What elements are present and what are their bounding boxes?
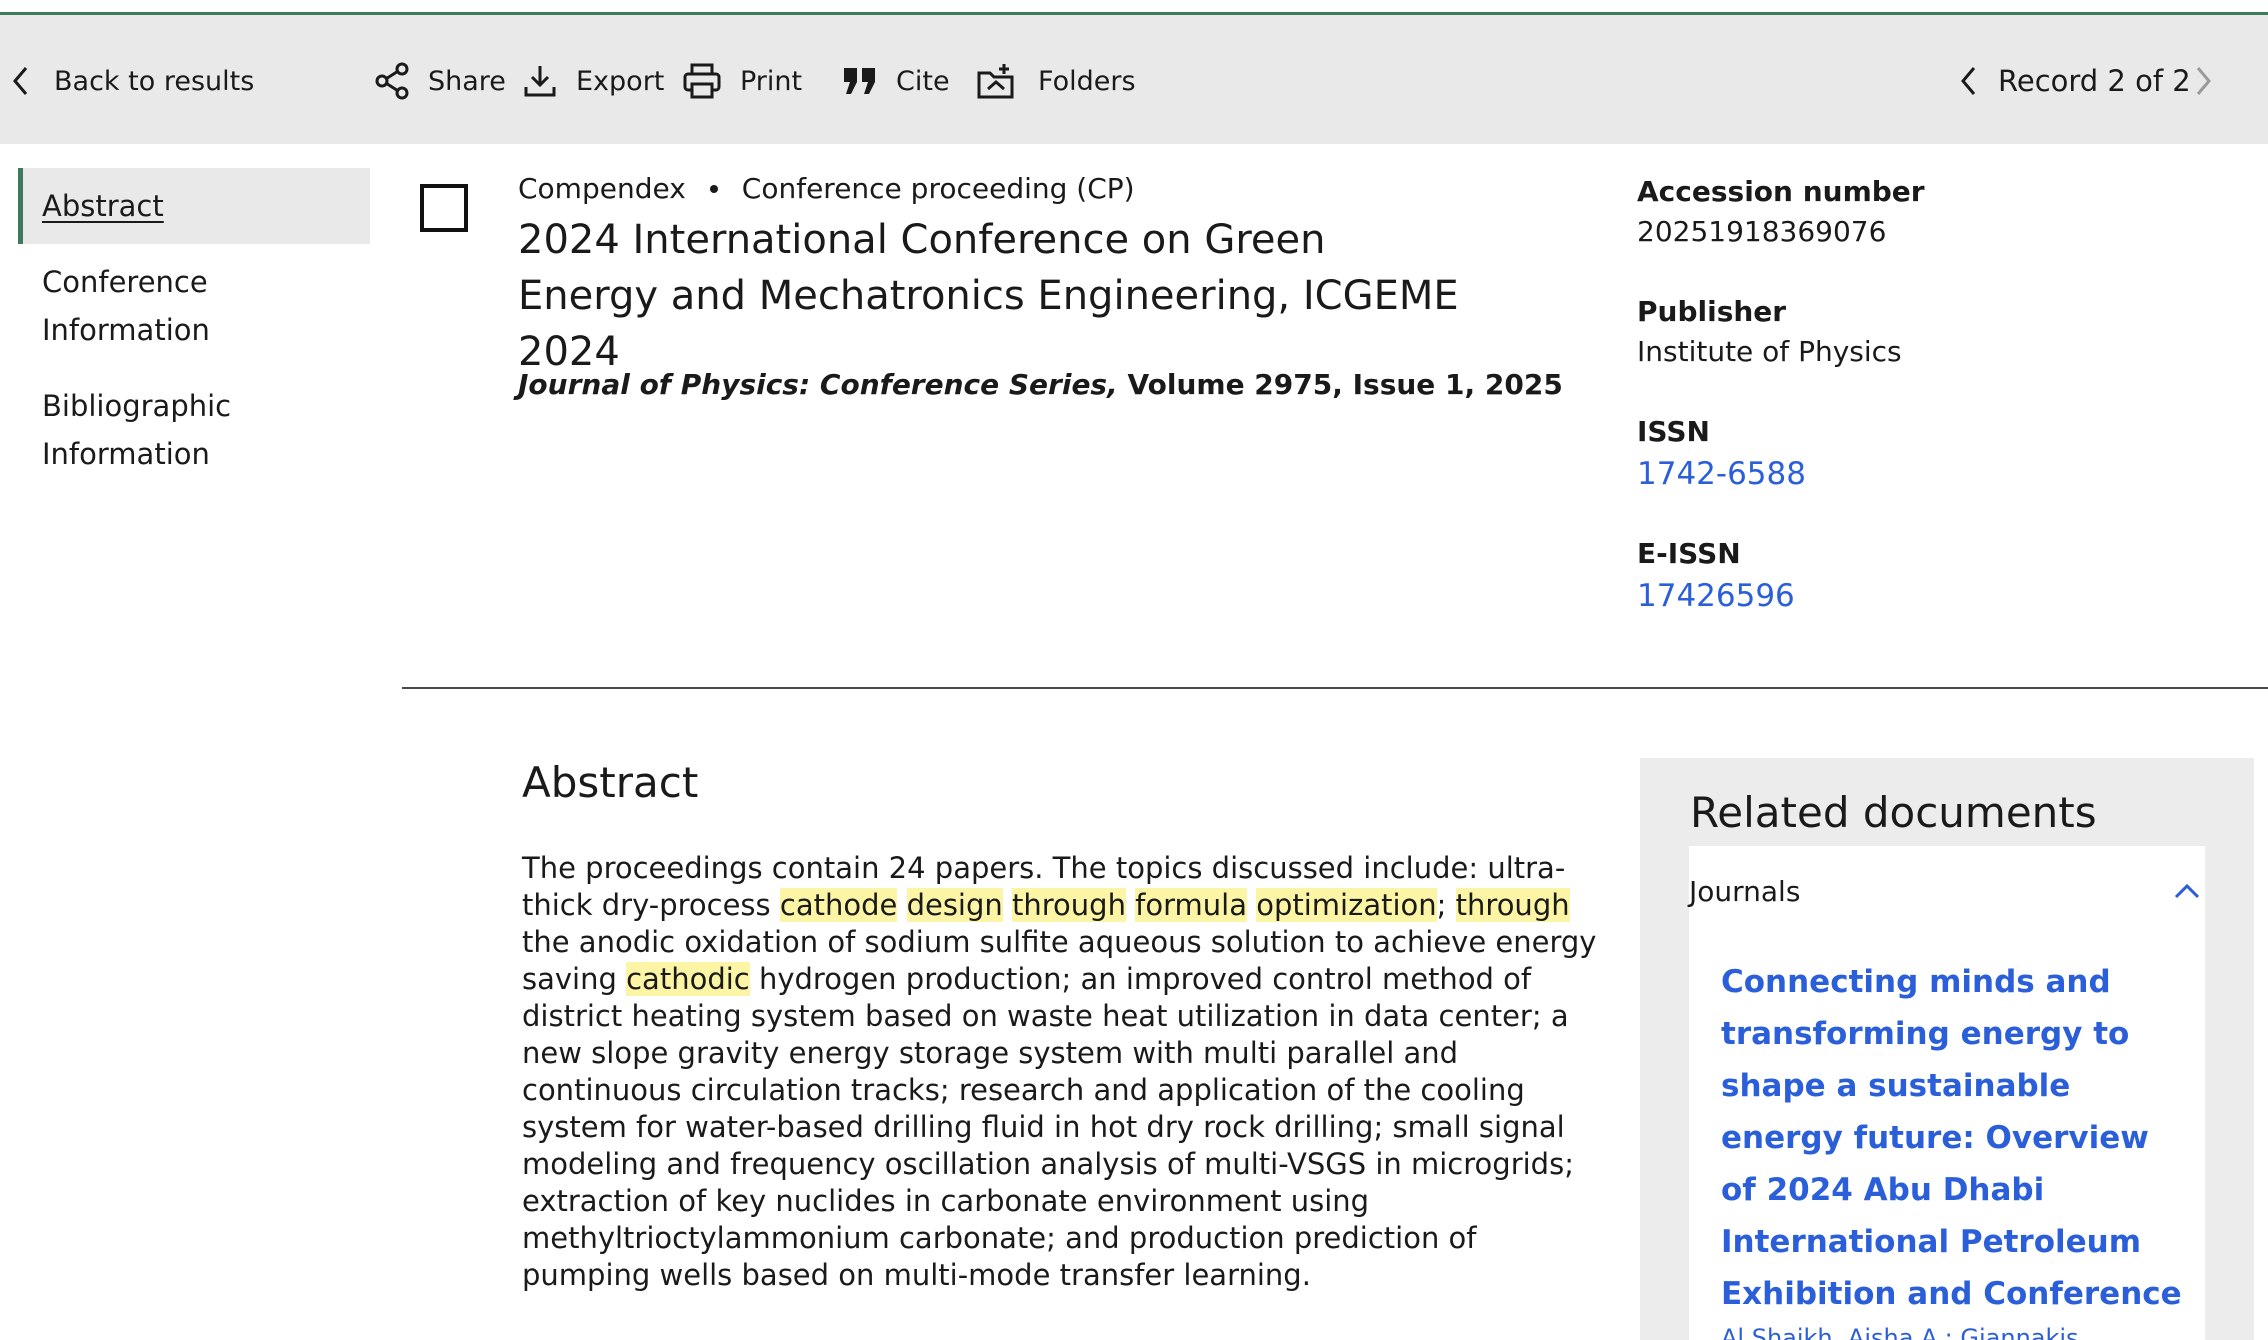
chevron-right-icon <box>2192 65 2214 97</box>
highlighted-term: through <box>1012 888 1126 922</box>
journals-accordion-toggle[interactable]: Journals <box>1689 856 2205 926</box>
back-to-results-button[interactable]: Back to results <box>10 15 254 147</box>
related-document-authors[interactable]: Al Shaikh, Aisha A.; Giannakis, Giannaki… <box>1721 1318 2191 1340</box>
nav-item-bibliographic-information[interactable]: Bibliographic Information <box>18 368 318 492</box>
chevron-left-icon <box>10 65 32 97</box>
eissn-label: E-ISSN <box>1637 534 2237 574</box>
related-documents-card: Journals Connecting minds and transformi… <box>1689 846 2205 1340</box>
related-documents-heading: Related documents <box>1690 788 2097 837</box>
folder-add-icon <box>976 62 1016 100</box>
print-button[interactable]: Print <box>682 15 802 147</box>
issn-label: ISSN <box>1637 412 2237 452</box>
document-title: 2024 International Conference on Green E… <box>518 212 1478 380</box>
top-border <box>0 0 2268 4</box>
printer-icon <box>682 62 722 100</box>
record-position: Record 2 of 2 <box>1998 15 2191 147</box>
export-button[interactable]: Export <box>522 15 664 147</box>
journals-section-label: Journals <box>1689 875 1800 908</box>
chevron-left-icon <box>1958 65 1980 97</box>
back-label: Back to results <box>54 66 254 97</box>
toolbar: Back to results Share Export Print Cite <box>0 12 2268 144</box>
nav-item-abstract[interactable]: Abstract <box>18 168 370 244</box>
highlighted-term: cathodic <box>626 962 750 996</box>
database-name: Compendex <box>518 172 686 205</box>
folders-button[interactable]: Folders <box>976 15 1136 147</box>
nav-item-conference-information[interactable]: Conference Information <box>18 244 370 368</box>
abstract-heading: Abstract <box>522 758 698 807</box>
abstract-text-part: hydrogen production; an improved control… <box>522 962 1574 1292</box>
eissn-link[interactable]: 17426596 <box>1637 574 2237 618</box>
related-document-link[interactable]: Connecting minds and transforming energy… <box>1721 956 2191 1320</box>
separator-dot <box>710 185 718 193</box>
quote-icon <box>842 65 878 97</box>
highlighted-term: optimization <box>1256 888 1436 922</box>
journal-name: Journal of Physics: Conference Series, <box>518 368 1118 401</box>
issn-link[interactable]: 1742-6588 <box>1637 452 2237 496</box>
next-record-button[interactable] <box>2192 15 2214 147</box>
abstract-text: The proceedings contain 24 papers. The t… <box>522 850 1598 1294</box>
record-facts: Accession number 20251918369076 Publishe… <box>1637 172 2237 656</box>
download-icon <box>522 63 558 99</box>
related-documents-panel: Related documents Journals Connecting mi… <box>1640 758 2254 1340</box>
record-meta: Compendex Conference proceeding (CP) <box>518 172 1135 205</box>
publisher-value: Institute of Physics <box>1637 332 2237 372</box>
chevron-up-icon <box>2173 882 2201 900</box>
highlighted-term: design <box>907 888 1003 922</box>
publisher-label: Publisher <box>1637 292 2237 332</box>
share-label: Share <box>428 66 506 97</box>
source-citation: Journal of Physics: Conference Series, V… <box>518 368 1563 401</box>
abstract-text-part: ; <box>1437 888 1456 922</box>
cite-button[interactable]: Cite <box>842 15 950 147</box>
accession-number-value: 20251918369076 <box>1637 212 2237 252</box>
previous-record-button[interactable] <box>1958 15 1980 147</box>
highlighted-term: formula <box>1135 888 1247 922</box>
export-label: Export <box>576 66 664 97</box>
print-label: Print <box>740 66 802 97</box>
highlighted-term: through <box>1456 888 1570 922</box>
record-position-label: Record 2 of 2 <box>1998 64 2191 98</box>
cite-label: Cite <box>896 66 950 97</box>
share-icon <box>374 62 412 100</box>
accession-number-label: Accession number <box>1637 172 2237 212</box>
section-nav: Abstract Conference Information Bibliogr… <box>18 168 370 492</box>
folders-label: Folders <box>1038 66 1136 97</box>
section-divider <box>402 687 2268 689</box>
document-type: Conference proceeding (CP) <box>742 172 1135 205</box>
share-button[interactable]: Share <box>374 15 506 147</box>
select-record-checkbox[interactable] <box>420 184 468 232</box>
highlighted-term: cathode <box>780 888 897 922</box>
volume-issue: Volume 2975, Issue 1, 2025 <box>1118 368 1563 401</box>
